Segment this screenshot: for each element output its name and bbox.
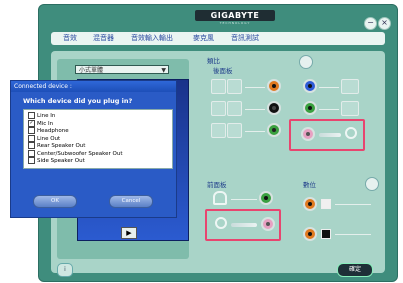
tab-mixer[interactable]: 混音器 — [93, 32, 114, 45]
device-option[interactable]: Rear Speaker Out — [28, 142, 85, 149]
analog-toggle-icon[interactable] — [299, 55, 313, 69]
tab-microphone[interactable]: 麥克風 — [193, 32, 214, 45]
checkbox[interactable] — [28, 142, 35, 149]
side-speaker-icon — [211, 123, 226, 138]
pink-jack-front[interactable] — [261, 217, 275, 231]
connector-line — [319, 87, 339, 88]
line-in-device-icon — [341, 79, 359, 94]
front-speaker-icon — [211, 79, 226, 94]
front-speaker-icon — [227, 79, 242, 94]
blue-jack[interactable] — [303, 79, 317, 93]
front-panel-label: 前面板 — [207, 181, 227, 189]
device-option-label: Rear Speaker Out — [37, 143, 86, 149]
device-option-label: Headphone — [37, 128, 69, 134]
device-option-label: Line In — [37, 113, 56, 119]
info-button[interactable]: i — [57, 263, 73, 277]
tab-audio-test[interactable]: 音訊測試 — [231, 32, 259, 45]
signal-wave — [335, 234, 371, 235]
checkbox[interactable] — [28, 127, 35, 134]
checkbox[interactable]: ✓ — [28, 119, 35, 127]
tab-audio-io[interactable]: 音效輸入輸出 — [131, 32, 173, 45]
cancel-button[interactable]: Cancel — [109, 195, 153, 208]
rear-speaker-icon — [211, 101, 226, 116]
microphone-icon — [345, 127, 357, 139]
confirm-button[interactable]: 確定 — [337, 263, 373, 277]
green-jack[interactable] — [267, 123, 281, 137]
side-speaker-icon — [227, 123, 242, 138]
front-plug-connector — [231, 223, 257, 227]
pink-jack-rear[interactable] — [301, 127, 315, 141]
device-option-label: Mic In — [37, 120, 54, 127]
device-option-list: Line In ✓ Mic In Headphone Line Out Rear Spea… — [23, 109, 173, 169]
device-option[interactable]: Line In — [28, 112, 55, 119]
digital-orange-jack[interactable] — [303, 197, 317, 211]
chevron-down-icon: ▼ — [161, 67, 166, 74]
device-option-label: Center/Subwoofer Speaker Out — [37, 150, 123, 157]
plug-connector — [319, 133, 341, 137]
dialog-title: Connected device : — [11, 81, 176, 92]
device-option-label: Side Speaker Out — [37, 158, 85, 164]
speaker-mode-value: 小式單體 — [79, 67, 104, 74]
device-option[interactable]: Headphone — [28, 127, 69, 134]
green-jack-2[interactable] — [303, 101, 317, 115]
device-option[interactable]: Line Out — [28, 134, 61, 142]
close-button[interactable]: × — [378, 17, 391, 30]
connector-line — [245, 131, 265, 132]
dialog-question: Which device did you plug in? — [23, 97, 133, 105]
checkbox[interactable] — [28, 149, 35, 157]
digital-orange-jack-2[interactable] — [303, 227, 317, 241]
device-option[interactable]: Side Speaker Out — [28, 157, 85, 164]
digital-toggle-icon[interactable] — [365, 177, 379, 191]
device-option[interactable]: Center/Subwoofer Speaker Out — [28, 149, 123, 157]
brand-logo: GIGABYTE — [195, 10, 275, 21]
tab-bar: 音效 混音器 音效輸入輸出 麥克風 音訊測試 — [51, 32, 385, 45]
connector-line — [245, 87, 265, 88]
checkbox[interactable] — [28, 157, 35, 164]
analog-label: 類比 — [207, 57, 220, 65]
orange-jack[interactable] — [267, 79, 281, 93]
ok-button[interactable]: OK — [33, 195, 77, 208]
front-green-jack[interactable] — [259, 191, 273, 205]
headphone-icon — [213, 191, 227, 205]
speaker-mode-select[interactable]: 小式單體 ▼ — [75, 65, 169, 74]
device-option-label: Line Out — [37, 135, 61, 142]
black-jack[interactable] — [267, 101, 281, 115]
connector-line — [319, 109, 339, 110]
brand-subtitle: TECHNOLOGY — [219, 21, 251, 25]
rear-panel-label: 後面板 — [213, 67, 233, 75]
play-test-button[interactable]: ▶ — [121, 227, 137, 239]
checkbox[interactable] — [28, 134, 35, 142]
device-option[interactable]: ✓ Mic In — [28, 119, 54, 127]
front-microphone-icon — [215, 217, 227, 229]
digital-label: 數位 — [303, 181, 316, 189]
signal-wave — [335, 204, 371, 205]
checkbox[interactable] — [28, 112, 35, 119]
connected-device-dialog: Connected device : Which device did you … — [10, 80, 177, 218]
coaxial-port-icon — [321, 229, 331, 239]
rear-speaker-icon — [227, 101, 242, 116]
minimize-button[interactable]: − — [364, 17, 377, 30]
connector-line — [245, 109, 265, 110]
connector-line — [231, 199, 257, 200]
title-bar: GIGABYTE TECHNOLOGY − × — [39, 5, 397, 33]
optical-port-icon — [321, 199, 331, 209]
tab-sound-effects[interactable]: 音效 — [63, 32, 77, 45]
line-out-device-icon — [341, 101, 359, 116]
